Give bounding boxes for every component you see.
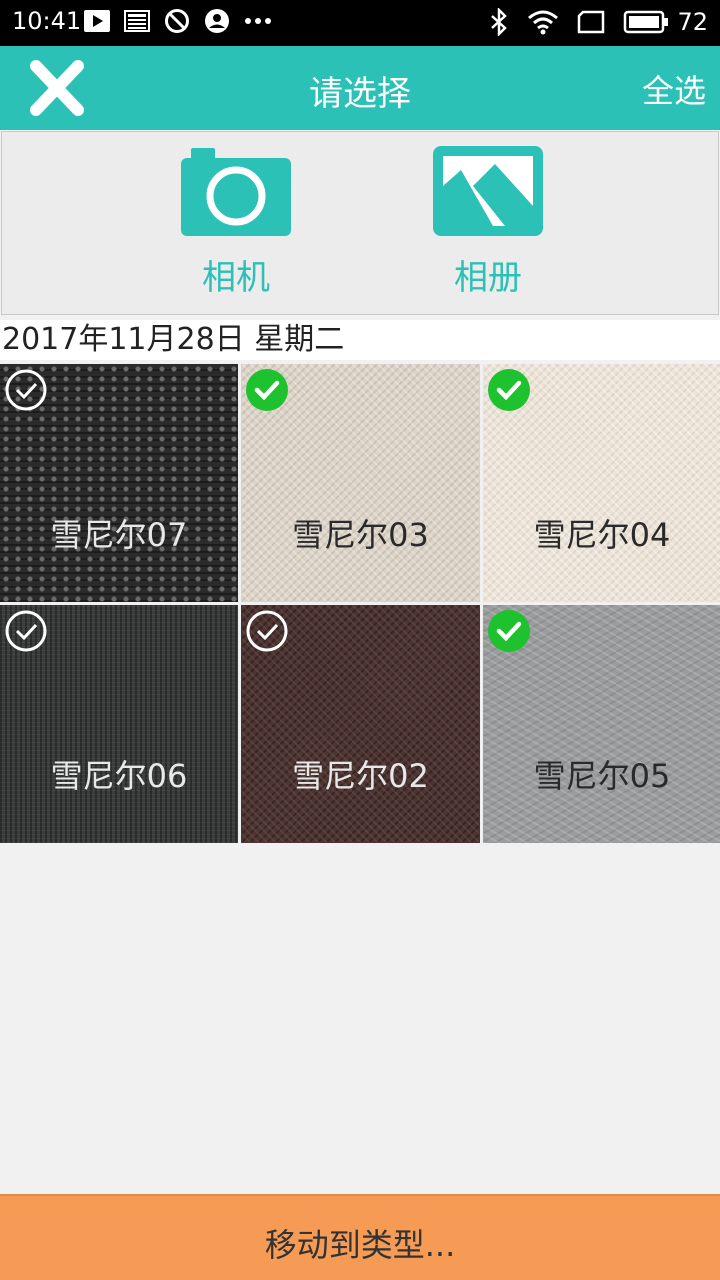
wifi-icon	[528, 10, 559, 35]
album-button[interactable]: 相册	[423, 132, 553, 316]
album-icon	[433, 146, 543, 236]
camera-icon	[181, 148, 291, 236]
more-dots-icon	[245, 18, 271, 24]
photo-grid: 雪尼尔07 雪尼尔03 雪尼尔04 雪尼尔06 雪尼尔02 雪尼尔05	[0, 364, 720, 843]
account-icon	[205, 9, 229, 33]
system-icons: 72	[489, 8, 708, 36]
status-time: 10:41	[12, 7, 82, 35]
move-to-type-label: 移动到类型...	[264, 1226, 456, 1264]
photo-tile[interactable]: 雪尼尔06	[0, 605, 238, 843]
bluetooth-icon	[491, 8, 508, 36]
unchecked-circle-icon[interactable]	[4, 609, 48, 653]
status-bar: 10:41 72	[0, 0, 720, 46]
photo-tile[interactable]: 雪尼尔05	[483, 605, 720, 843]
camera-button[interactable]: 相机	[171, 132, 301, 316]
photo-tile[interactable]: 雪尼尔07	[0, 364, 238, 602]
unchecked-circle-icon[interactable]	[4, 368, 48, 412]
photo-label: 雪尼尔03	[292, 516, 429, 554]
photo-tile[interactable]: 雪尼尔03	[241, 364, 480, 602]
news-icon	[124, 10, 150, 32]
play-icon	[84, 10, 110, 32]
notification-icons	[84, 8, 272, 34]
app-header: 请选择 全选	[0, 46, 720, 130]
album-label: 相册	[454, 258, 522, 298]
block-icon	[165, 9, 189, 33]
select-all-button[interactable]: 全选	[642, 66, 706, 112]
photo-label: 雪尼尔07	[50, 516, 188, 554]
unchecked-circle-icon[interactable]	[245, 609, 289, 653]
photo-tile[interactable]: 雪尼尔02	[241, 605, 480, 843]
photo-tile[interactable]: 雪尼尔04	[483, 364, 720, 602]
checked-circle-icon[interactable]	[245, 368, 289, 412]
photo-label: 雪尼尔06	[50, 757, 188, 795]
battery-icon	[624, 10, 669, 34]
move-to-type-button[interactable]: 移动到类型...	[0, 1194, 720, 1280]
screen-icon	[578, 10, 605, 34]
source-panel: 相机 相册	[1, 131, 719, 315]
battery-level: 72	[677, 8, 708, 36]
photo-label: 雪尼尔04	[533, 516, 671, 554]
date-header: 2017年11月28日 星期二	[0, 320, 720, 360]
checked-circle-icon[interactable]	[487, 609, 531, 653]
photo-label: 雪尼尔05	[533, 757, 671, 795]
photo-label: 雪尼尔02	[292, 757, 429, 795]
checked-circle-icon[interactable]	[487, 368, 531, 412]
page-title: 请选择	[309, 74, 411, 114]
camera-label: 相机	[202, 258, 270, 298]
